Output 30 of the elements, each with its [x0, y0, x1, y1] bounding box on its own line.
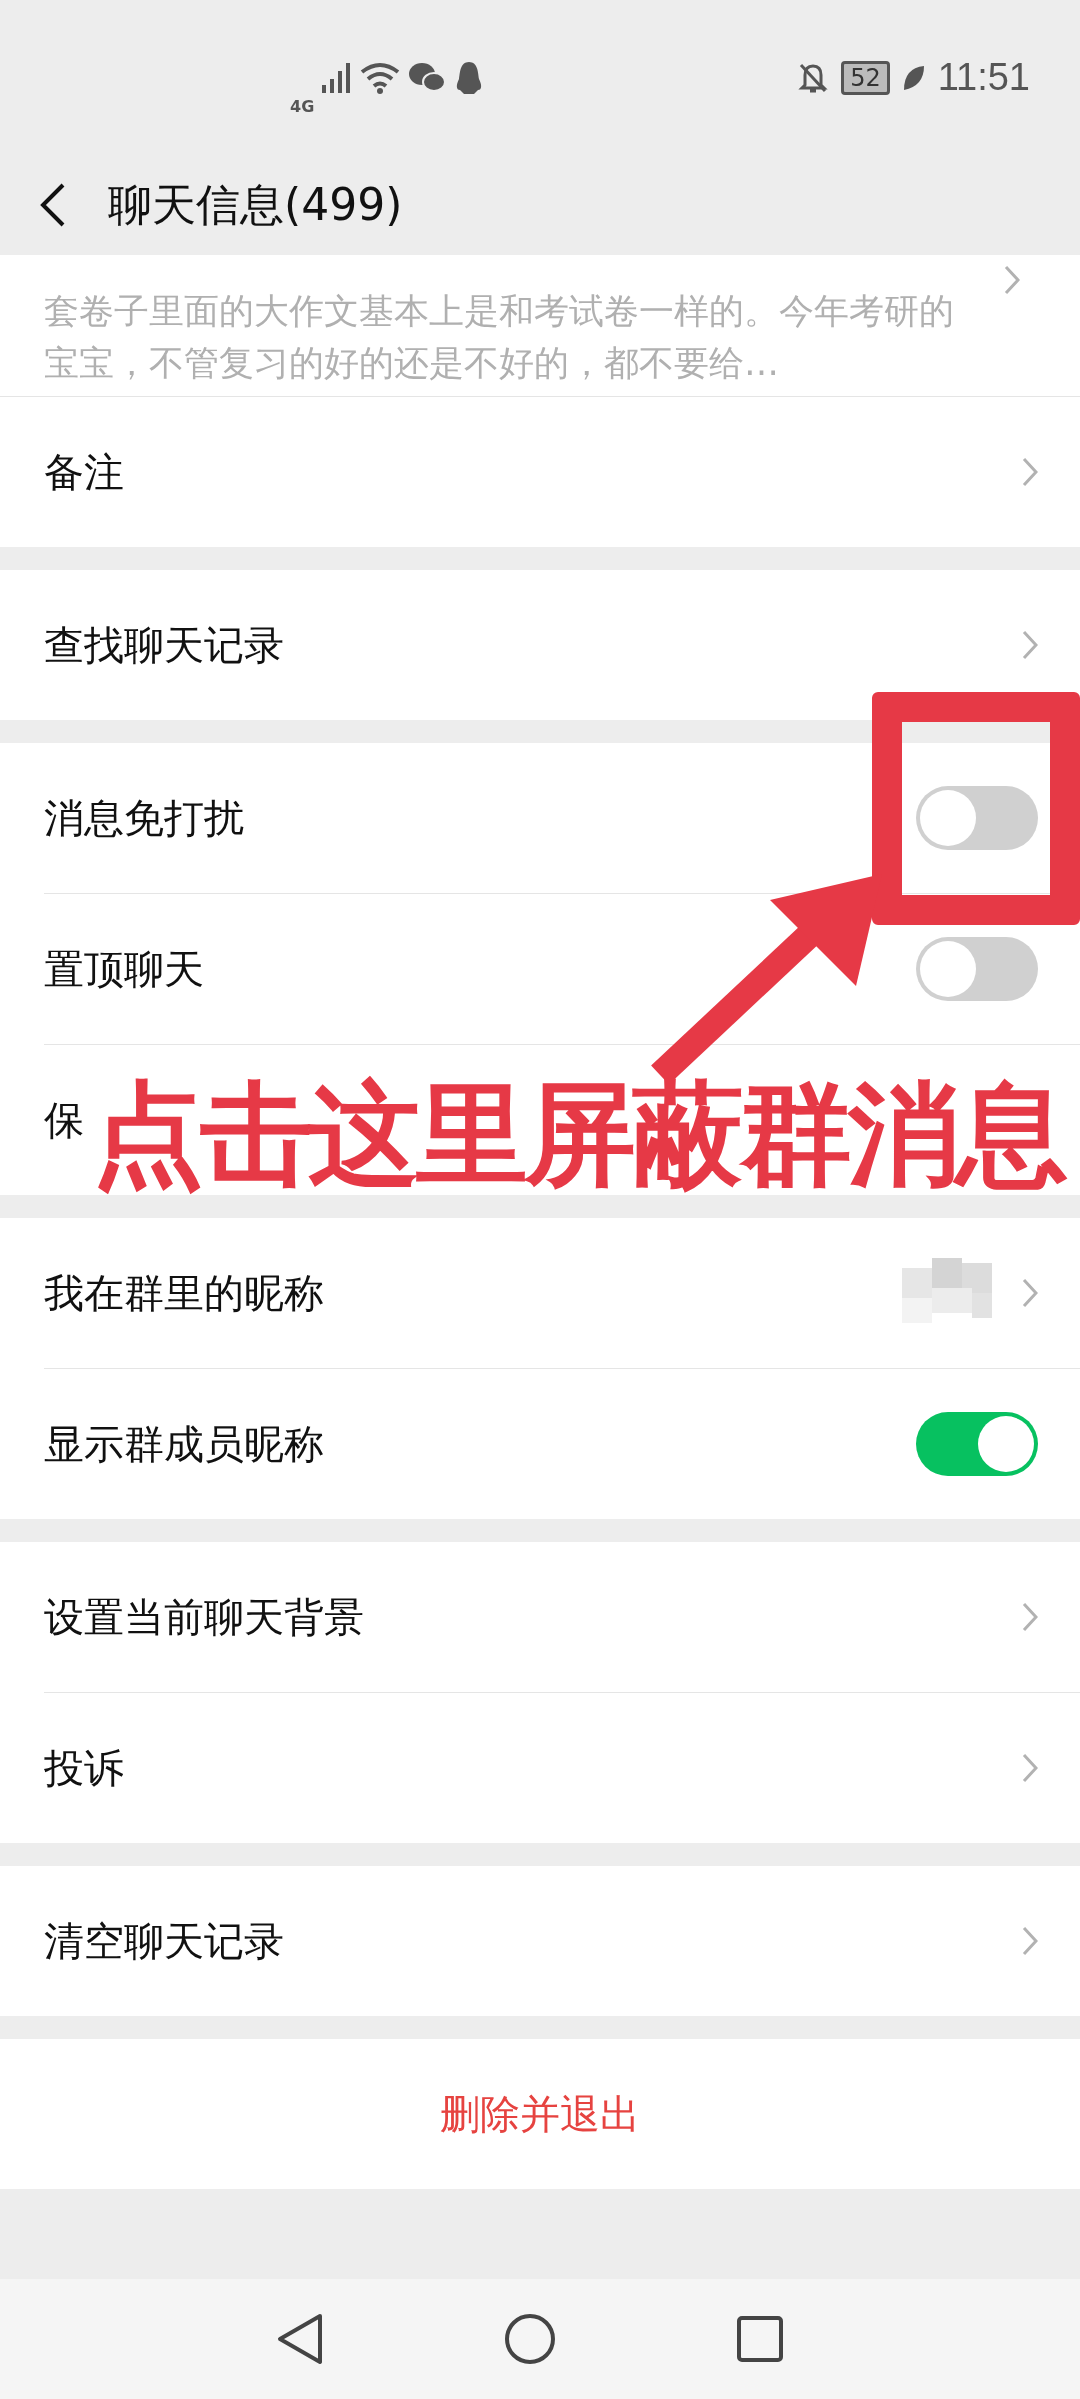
clock-time: 11:51: [937, 56, 1030, 99]
delete-and-exit-button[interactable]: 删除并退出: [420, 2076, 660, 2152]
chevron-icon[interactable]: [1022, 1753, 1038, 1783]
battery-level: 52: [841, 60, 890, 95]
setting-label: 我在群里的昵称: [44, 1268, 324, 1318]
network-label: 4G: [290, 97, 315, 116]
chevron-icon[interactable]: [1022, 1278, 1038, 1308]
chevron-icon[interactable]: [1022, 630, 1038, 660]
announcement-text[interactable]: 套卷子里面的大作文基本上是和考试卷一样的。今年考研的宝宝，不管复习的好的还是不好的，都不要给…: [44, 285, 964, 389]
back-nav-icon[interactable]: [276, 2313, 324, 2365]
leaf-icon: [901, 63, 926, 92]
chevron-icon[interactable]: [1022, 457, 1038, 487]
setting-label: 保: [44, 1095, 84, 1145]
chevron-icon[interactable]: [1022, 1926, 1038, 1956]
signal-icon: [322, 62, 353, 93]
chevron-icon: [1004, 265, 1020, 295]
setting-label: 查找聊天记录: [44, 620, 284, 670]
back-icon[interactable]: [40, 183, 66, 227]
wifi-icon: [360, 61, 401, 94]
setting-label: 置顶聊天: [44, 944, 204, 994]
page-title: 聊天信息(499): [108, 177, 403, 232]
home-nav-icon[interactable]: [504, 2313, 556, 2365]
setting-label: 投诉: [44, 1743, 124, 1793]
setting-label: 设置当前聊天背景: [44, 1592, 364, 1642]
setting-label: 备注: [44, 447, 124, 497]
recents-nav-icon[interactable]: [736, 2315, 784, 2363]
chevron-icon[interactable]: [1022, 1602, 1038, 1632]
setting-label: 消息免打扰: [44, 793, 244, 843]
setting-label: 清空聊天记录: [44, 1916, 284, 1966]
setting-label: 显示群成员昵称: [44, 1419, 324, 1469]
